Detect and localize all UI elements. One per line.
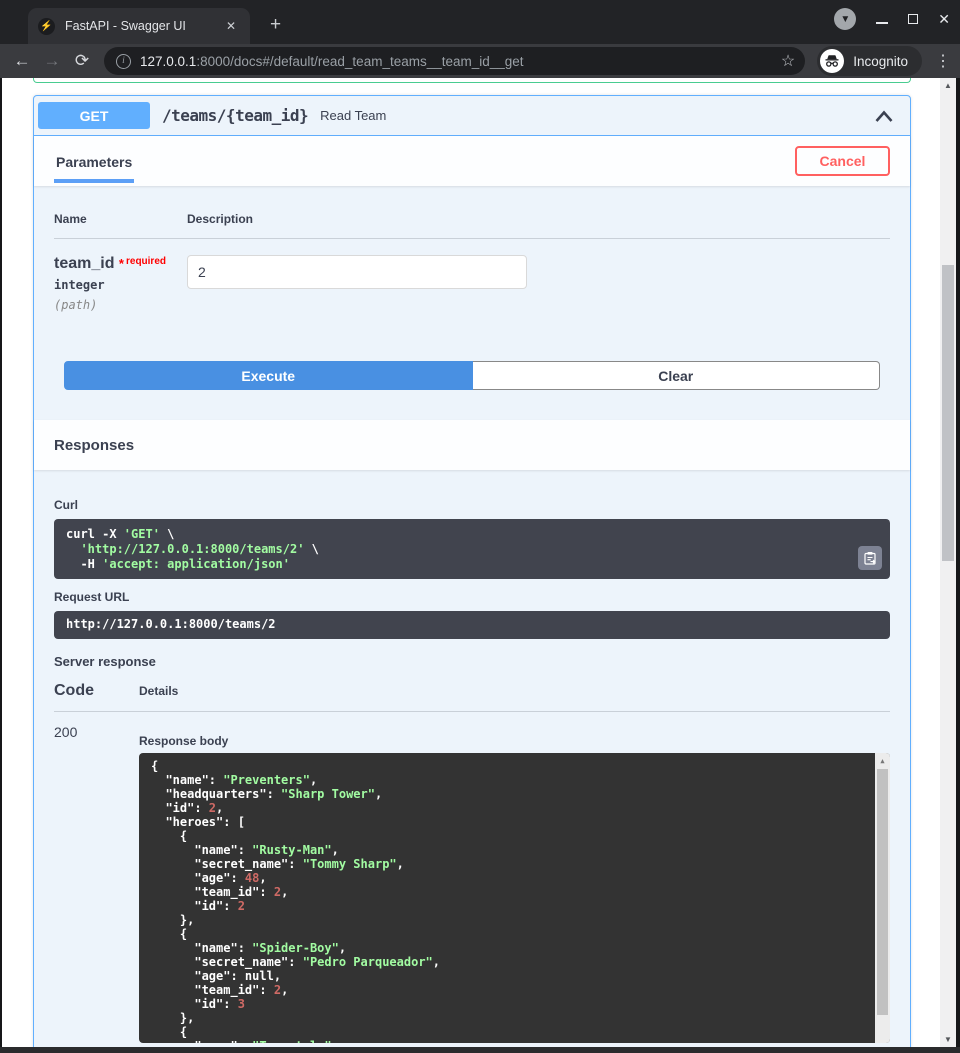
window-maximize-button[interactable]	[908, 14, 918, 24]
browser-tab[interactable]: ⚡ FastAPI - Swagger UI ✕	[28, 8, 250, 44]
column-header-details: Details	[139, 684, 178, 698]
column-header-name: Name	[54, 212, 187, 226]
opblock-get-teams: GET /teams/{team_id} Read Team Parameter…	[33, 95, 911, 1047]
browser-toolbar: ← → ⟳ i 127.0.0.1:8000/docs#/default/rea…	[0, 44, 960, 78]
bookmark-star-icon[interactable]: ☆	[781, 51, 795, 71]
page-scrollbar-thumb[interactable]	[942, 265, 954, 561]
back-button[interactable]: ←	[8, 51, 36, 71]
response-scrollbar-thumb[interactable]	[877, 769, 888, 1015]
required-label: required	[126, 256, 166, 267]
page-scrollbar[interactable]: ▲ ▼	[940, 78, 956, 1047]
incognito-icon	[820, 49, 844, 73]
reload-button[interactable]: ⟳	[68, 51, 96, 71]
parameters-header: Parameters Cancel	[34, 136, 910, 186]
scroll-up-icon[interactable]: ▲	[875, 755, 890, 767]
column-header-description: Description	[187, 212, 253, 226]
tab-title: FastAPI - Swagger UI	[65, 19, 222, 33]
method-badge: GET	[38, 102, 150, 129]
opblock-summary[interactable]: GET /teams/{team_id} Read Team	[34, 96, 910, 136]
url-text[interactable]: 127.0.0.1:8000/docs#/default/read_team_t…	[140, 54, 773, 69]
browser-menu-icon[interactable]: ⋮	[934, 51, 952, 71]
column-header-code: Code	[54, 682, 139, 700]
required-star: *	[119, 256, 124, 271]
clear-button[interactable]: Clear	[473, 361, 881, 390]
forward-button[interactable]: →	[38, 51, 66, 71]
collapse-chevron-icon[interactable]	[874, 109, 894, 123]
parameter-location: (path)	[54, 298, 187, 312]
curl-command-block: curl -X 'GET' \ 'http://127.0.0.1:8000/t…	[54, 519, 890, 579]
responses-body: Curl curl -X 'GET' \ 'http://127.0.0.1:8…	[34, 470, 910, 1047]
response-body-label: Response body	[139, 724, 890, 748]
browser-tab-bar: ⚡ FastAPI - Swagger UI ✕ + ▼ ✕	[0, 0, 960, 44]
response-json-text: { "name": "Preventers", "headquarters": …	[151, 759, 868, 1043]
curl-label: Curl	[54, 498, 890, 512]
fastapi-favicon-icon: ⚡	[38, 18, 55, 35]
response-body-block: { "name": "Preventers", "headquarters": …	[139, 753, 890, 1043]
tab-close-icon[interactable]: ✕	[222, 17, 240, 35]
swagger-page: GET /teams/{team_id} Read Team Parameter…	[2, 78, 940, 1047]
new-tab-button[interactable]: +	[264, 14, 287, 36]
address-bar[interactable]: i 127.0.0.1:8000/docs#/default/read_team…	[104, 47, 805, 75]
page-scroll-up-icon[interactable]: ▲	[940, 81, 956, 90]
endpoint-path: /teams/{team_id}	[162, 106, 308, 125]
site-info-icon[interactable]: i	[116, 54, 131, 69]
request-url-text: http://127.0.0.1:8000/teams/2	[66, 617, 276, 631]
curl-command-text: curl -X 'GET' \ 'http://127.0.0.1:8000/t…	[66, 527, 878, 572]
server-response-label: Server response	[54, 654, 890, 669]
window-minimize-button[interactable]	[876, 22, 888, 24]
parameter-type: integer	[54, 278, 187, 292]
parameter-row-team-id: team_id *required integer (path)	[54, 239, 890, 341]
cancel-button[interactable]: Cancel	[795, 146, 890, 176]
browser-update-icon[interactable]: ▼	[834, 8, 856, 30]
request-url-label: Request URL	[54, 590, 890, 604]
responses-header: Responses	[34, 420, 910, 470]
responses-title: Responses	[54, 437, 134, 454]
url-host: 127.0.0.1	[140, 54, 196, 69]
endpoint-summary: Read Team	[320, 108, 386, 123]
previous-endpoint-block-edge	[33, 78, 911, 83]
parameters-table: Name Description team_id *required integ…	[34, 186, 910, 341]
parameter-name: team_id *required	[54, 255, 187, 273]
tab-parameters[interactable]: Parameters	[54, 140, 134, 183]
page-scroll-down-icon[interactable]: ▼	[940, 1035, 956, 1044]
window-bottom-edge	[0, 1047, 960, 1053]
incognito-label: Incognito	[853, 54, 908, 69]
window-close-button[interactable]: ✕	[938, 12, 950, 26]
incognito-badge: Incognito	[817, 46, 922, 76]
copy-to-clipboard-button[interactable]	[858, 546, 882, 570]
url-path: :8000/docs#/default/read_team_teams__tea…	[196, 54, 523, 69]
status-code: 200	[54, 724, 139, 1043]
request-url-block: http://127.0.0.1:8000/teams/2	[54, 611, 890, 639]
response-body-scrollbar[interactable]: ▲	[875, 753, 890, 1043]
execute-button[interactable]: Execute	[64, 361, 473, 390]
team-id-input[interactable]	[187, 255, 527, 289]
response-row-200: 200 Response body { "name": "Preventers"…	[54, 712, 890, 1043]
